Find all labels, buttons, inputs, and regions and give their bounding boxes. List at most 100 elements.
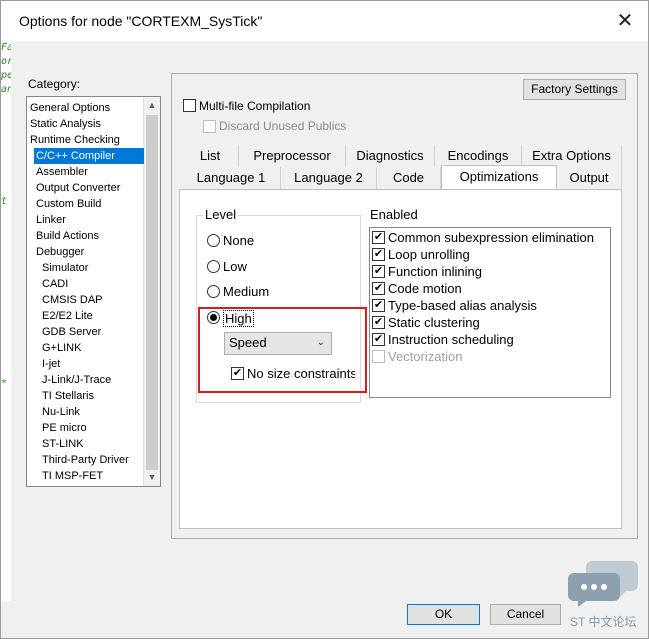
enabled-option-label: Static clustering bbox=[388, 315, 480, 330]
no-size-constraints-checkbox[interactable]: ✔ bbox=[231, 367, 244, 380]
level-high-radio[interactable] bbox=[207, 311, 220, 324]
enabled-option-checkbox[interactable] bbox=[372, 350, 385, 363]
category-item-cadi[interactable]: CADI bbox=[40, 276, 70, 292]
category-item-custom-build[interactable]: Custom Build bbox=[34, 196, 103, 212]
level-medium-radio[interactable] bbox=[207, 285, 220, 298]
category-item-debugger[interactable]: Debugger bbox=[34, 244, 86, 260]
level-none-label: None bbox=[223, 233, 255, 248]
tab-optimizations[interactable]: Optimizations bbox=[441, 165, 557, 189]
tab-code[interactable]: Code bbox=[377, 167, 441, 189]
background-code-line bbox=[1, 251, 11, 265]
ok-button[interactable]: OK bbox=[407, 604, 480, 625]
enabled-option-checkbox[interactable]: ✔ bbox=[372, 265, 385, 278]
background-code-line bbox=[1, 363, 11, 377]
options-dialog: Options for node "CORTEXM_SysTick" ✕ Fa o… bbox=[0, 0, 649, 639]
level-low-radio[interactable] bbox=[207, 260, 220, 273]
tab-extra-options[interactable]: Extra Options bbox=[522, 145, 622, 167]
background-code-line: Fa bbox=[1, 42, 11, 53]
level-medium-label: Medium bbox=[223, 284, 270, 299]
category-item-general-options[interactable]: General Options bbox=[28, 100, 112, 116]
category-scrollbar[interactable]: ▲ ▼ bbox=[143, 97, 160, 486]
multifile-compilation-checkbox[interactable] bbox=[183, 99, 196, 112]
background-code-line bbox=[1, 111, 11, 125]
background-code-line bbox=[1, 265, 11, 279]
background-code-line bbox=[1, 307, 11, 321]
enabled-option-checkbox[interactable]: ✔ bbox=[372, 282, 385, 295]
background-code-line: an bbox=[1, 84, 11, 95]
tab-output[interactable]: Output bbox=[557, 167, 622, 189]
category-item-nu-link[interactable]: Nu-Link bbox=[40, 404, 82, 420]
enabled-transformations-list[interactable]: ✔ Common subexpression elimination ✔ Loop u… bbox=[369, 227, 611, 398]
category-item-pe-micro[interactable]: PE micro bbox=[40, 420, 89, 436]
background-code-line: t bbox=[1, 196, 8, 207]
category-item-runtime-checking[interactable]: Runtime Checking bbox=[28, 132, 122, 148]
category-item-gdb-server[interactable]: GDB Server bbox=[40, 324, 103, 340]
enabled-option-label: Loop unrolling bbox=[388, 247, 470, 262]
factory-settings-button[interactable]: Factory Settings bbox=[523, 79, 626, 100]
background-code-line bbox=[1, 335, 11, 349]
watermark-text: ST 中文论坛 bbox=[570, 615, 637, 629]
no-size-constraints-label: No size constraints bbox=[247, 366, 355, 381]
enabled-option-checkbox[interactable]: ✔ bbox=[372, 316, 385, 329]
category-item-linker[interactable]: Linker bbox=[34, 212, 68, 228]
category-item-assembler[interactable]: Assembler bbox=[34, 164, 90, 180]
category-item-g-link[interactable]: G+LINK bbox=[40, 340, 83, 356]
background-code-line bbox=[1, 279, 11, 293]
scroll-down-icon[interactable]: ▼ bbox=[144, 469, 160, 486]
optimizations-tab-page: Level None Low Medium High Speed ⌄ ✔ No … bbox=[179, 189, 622, 529]
category-list[interactable]: ▲ ▼ General Options Static Analysis Runtim… bbox=[26, 96, 161, 487]
discard-unused-publics-checkbox[interactable] bbox=[203, 120, 216, 133]
cancel-button[interactable]: Cancel bbox=[490, 604, 561, 625]
scroll-up-icon[interactable]: ▲ bbox=[144, 97, 160, 114]
tab-language-2[interactable]: Language 2 bbox=[281, 167, 377, 189]
watermark-logo: ST 中文论坛 bbox=[568, 557, 640, 635]
scroll-thumb[interactable] bbox=[146, 115, 158, 470]
level-high-label: High bbox=[223, 310, 254, 327]
close-icon[interactable]: ✕ bbox=[608, 7, 642, 35]
category-item-j-link-j-trace[interactable]: J-Link/J-Trace bbox=[40, 372, 113, 388]
tab-preprocessor[interactable]: Preprocessor bbox=[239, 145, 346, 167]
category-item-simulator[interactable]: Simulator bbox=[40, 260, 90, 276]
background-code-line bbox=[1, 181, 11, 195]
background-code-line bbox=[1, 293, 11, 307]
category-item-output-converter[interactable]: Output Converter bbox=[34, 180, 122, 196]
category-item-cmsis-dap[interactable]: CMSIS DAP bbox=[40, 292, 105, 308]
background-code-line bbox=[1, 349, 11, 363]
category-item-third-party-driver[interactable]: Third-Party Driver bbox=[40, 452, 131, 468]
background-code-line: pe bbox=[1, 70, 11, 81]
category-item-build-actions[interactable]: Build Actions bbox=[34, 228, 101, 244]
tab-encodings[interactable]: Encodings bbox=[435, 145, 522, 167]
enabled-option-checkbox[interactable]: ✔ bbox=[372, 333, 385, 346]
enabled-title: Enabled bbox=[368, 207, 420, 222]
category-item-st-link[interactable]: ST-LINK bbox=[40, 436, 86, 452]
chat-bubble-icon bbox=[568, 561, 638, 607]
background-code-line bbox=[1, 153, 11, 167]
optimization-goal-select[interactable]: Speed ⌄ bbox=[224, 332, 332, 355]
background-code-line bbox=[1, 321, 11, 335]
title-bar: Options for node "CORTEXM_SysTick" ✕ bbox=[1, 1, 648, 41]
level-none-radio[interactable] bbox=[207, 234, 220, 247]
category-item-static-analysis[interactable]: Static Analysis bbox=[28, 116, 103, 132]
background-editor-strip: Fa or pe an t * bbox=[1, 41, 11, 601]
category-item-i-jet[interactable]: I-jet bbox=[40, 356, 62, 372]
tab-list[interactable]: List bbox=[182, 145, 239, 167]
category-label: Category: bbox=[28, 77, 81, 91]
enabled-option-label: Type-based alias analysis bbox=[388, 298, 537, 313]
enabled-option-checkbox[interactable]: ✔ bbox=[372, 231, 385, 244]
background-code-line bbox=[1, 223, 11, 237]
enabled-option-label: Vectorization bbox=[388, 349, 463, 364]
category-item-e2-e2-lite[interactable]: E2/E2 Lite bbox=[40, 308, 95, 324]
tab-diagnostics[interactable]: Diagnostics bbox=[346, 145, 435, 167]
enabled-option-checkbox[interactable]: ✔ bbox=[372, 248, 385, 261]
background-code-line bbox=[1, 167, 11, 181]
background-code-line bbox=[1, 125, 11, 139]
background-code-line bbox=[1, 209, 11, 223]
enabled-option-checkbox[interactable]: ✔ bbox=[372, 299, 385, 312]
category-item-c-c-compiler[interactable]: C/C++ Compiler bbox=[34, 148, 144, 164]
category-item-ti-msp-fet[interactable]: TI MSP-FET bbox=[40, 468, 105, 484]
background-code-line bbox=[1, 139, 11, 153]
tab-language-1[interactable]: Language 1 bbox=[182, 167, 281, 189]
background-code-line bbox=[1, 237, 11, 251]
background-code-line: or bbox=[1, 56, 11, 67]
category-item-ti-stellaris[interactable]: TI Stellaris bbox=[40, 388, 96, 404]
